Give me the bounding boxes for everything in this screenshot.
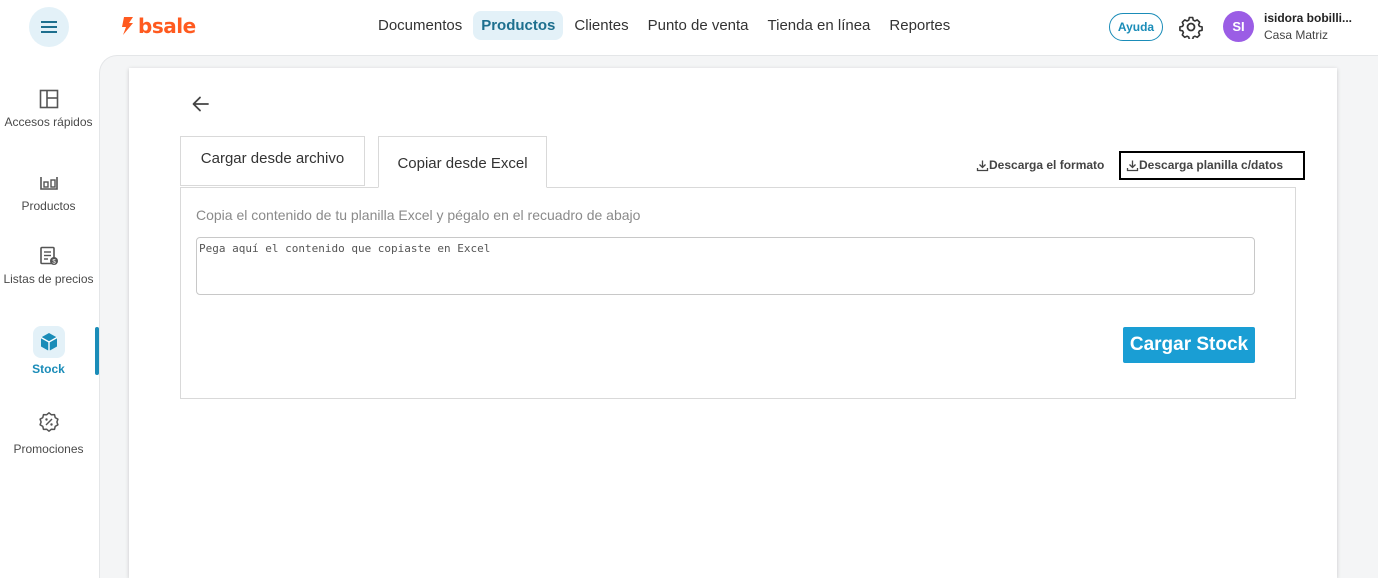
nav-punto-de-venta[interactable]: Punto de venta (640, 11, 757, 40)
nav-productos[interactable]: Productos (473, 11, 564, 40)
sidebar-item-label: Accesos rápidos (4, 115, 93, 129)
sidebar-item-label: Promociones (13, 442, 84, 456)
user-name[interactable]: isidora bobilli... (1264, 11, 1352, 25)
download-with-data-link[interactable]: Descarga planilla c/datos (1126, 157, 1283, 173)
tab-cargar-desde-archivo[interactable]: Cargar desde archivo (180, 136, 365, 186)
menu-button[interactable] (29, 7, 69, 47)
layout-icon (39, 89, 58, 109)
sidebar: Accesos rápidos Productos $ Listas de pr… (0, 55, 99, 578)
nav-tienda-en-linea[interactable]: Tienda en línea (760, 11, 879, 40)
bsale-logo-icon (122, 17, 133, 35)
sidebar-item-label: Stock (32, 362, 65, 376)
top-bar: bsale Documentos Productos Clientes Punt… (0, 0, 1378, 55)
discount-icon (38, 412, 59, 432)
download-format-link[interactable]: Descarga el formato (976, 157, 1104, 173)
sidebar-item-label: Productos (21, 199, 76, 213)
paste-textarea[interactable] (196, 237, 1255, 295)
help-button[interactable]: Ayuda (1109, 13, 1163, 41)
nav-documentos[interactable]: Documentos (370, 11, 470, 40)
avatar[interactable]: SI (1223, 11, 1254, 42)
download-icon (1126, 160, 1139, 171)
main-nav: Documentos Productos Clientes Punto de v… (370, 11, 961, 40)
cargar-stock-button[interactable]: Cargar Stock (1123, 327, 1255, 363)
sidebar-item-label: Listas de precios (3, 272, 94, 286)
gear-icon[interactable] (1179, 15, 1203, 39)
sidebar-item-listas-de-precios[interactable]: $ Listas de precios (0, 240, 97, 286)
download-with-data-label: Descarga planilla c/datos (1139, 158, 1284, 172)
logo-text: bsale (138, 14, 196, 38)
instruction-text: Copia el contenido de tu planilla Excel … (196, 207, 641, 223)
cube-icon (40, 333, 57, 351)
sidebar-item-productos[interactable]: Productos (0, 167, 97, 213)
nav-clientes[interactable]: Clientes (566, 11, 636, 40)
products-icon (39, 177, 58, 190)
bsale-logo[interactable]: bsale (120, 14, 196, 38)
back-arrow-icon[interactable] (190, 93, 212, 115)
tab-copiar-desde-excel[interactable]: Copiar desde Excel (378, 136, 547, 188)
price-list-icon: $ (39, 246, 58, 266)
hamburger-icon (41, 21, 57, 33)
sidebar-item-accesos-rapidos[interactable]: Accesos rápidos (0, 83, 97, 129)
user-branch: Casa Matriz (1264, 28, 1329, 42)
nav-reportes[interactable]: Reportes (881, 11, 958, 40)
sidebar-item-promociones[interactable]: Promociones (0, 406, 97, 456)
download-format-label: Descarga el formato (989, 158, 1105, 172)
download-icon (976, 160, 989, 171)
sidebar-item-stock[interactable]: Stock (0, 326, 97, 376)
